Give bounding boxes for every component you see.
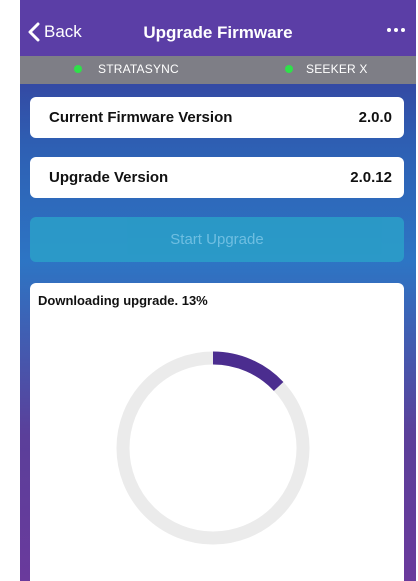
upgrade-version-card: Upgrade Version 2.0.12 bbox=[30, 157, 404, 198]
more-dot bbox=[394, 28, 398, 32]
device-status-bar: STRATASYNC SEEKER X bbox=[20, 56, 416, 84]
connected-status-dot bbox=[285, 65, 293, 73]
device-status-stratasync: STRATASYNC bbox=[74, 62, 179, 76]
navigation-bar: Back Upgrade Firmware bbox=[20, 0, 416, 56]
progress-card: Downloading upgrade. 13% bbox=[30, 283, 404, 581]
device-status-seeker-x: SEEKER X bbox=[285, 62, 368, 76]
more-dot bbox=[401, 28, 405, 32]
progress-status-text: Downloading upgrade. 13% bbox=[38, 293, 208, 308]
device-name: SEEKER X bbox=[306, 62, 368, 76]
upgrade-version-value: 2.0.12 bbox=[350, 169, 392, 186]
current-firmware-label: Current Firmware Version bbox=[49, 109, 233, 126]
progress-ring bbox=[116, 351, 310, 545]
current-firmware-card: Current Firmware Version 2.0.0 bbox=[30, 97, 404, 138]
left-gutter bbox=[0, 0, 20, 581]
device-name: STRATASYNC bbox=[98, 62, 179, 76]
page-title: Upgrade Firmware bbox=[143, 23, 293, 42]
upgrade-firmware-screen: Back Upgrade Firmware STRATASYNC SEEKER … bbox=[20, 0, 416, 581]
more-dot bbox=[387, 28, 391, 32]
connected-status-dot bbox=[74, 65, 82, 73]
start-upgrade-button[interactable]: Start Upgrade bbox=[30, 217, 404, 262]
more-options-icon[interactable] bbox=[382, 18, 410, 42]
current-firmware-value: 2.0.0 bbox=[358, 109, 392, 126]
upgrade-version-label: Upgrade Version bbox=[49, 169, 169, 186]
